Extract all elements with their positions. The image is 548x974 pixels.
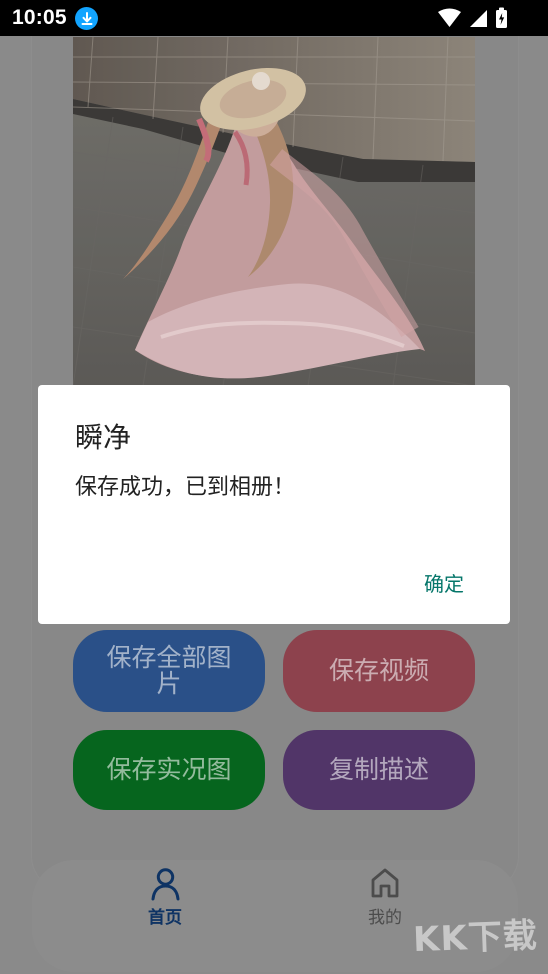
- dialog-title: 瞬净: [75, 421, 132, 454]
- battery-icon: [495, 7, 508, 33]
- download-icon: [75, 7, 98, 30]
- status-icons: [437, 7, 508, 33]
- wifi-icon: [437, 8, 462, 32]
- save-success-dialog: 瞬净 保存成功，已到相册！ 确定: [38, 385, 510, 624]
- status-time: 10:05: [12, 6, 67, 29]
- dialog-message: 保存成功，已到相册！: [75, 475, 296, 500]
- kk-watermark: KK下载: [412, 915, 539, 961]
- ok-button[interactable]: 确定: [424, 568, 464, 597]
- status-bar: 10:05: [0, 0, 548, 36]
- signal-icon: [469, 9, 488, 32]
